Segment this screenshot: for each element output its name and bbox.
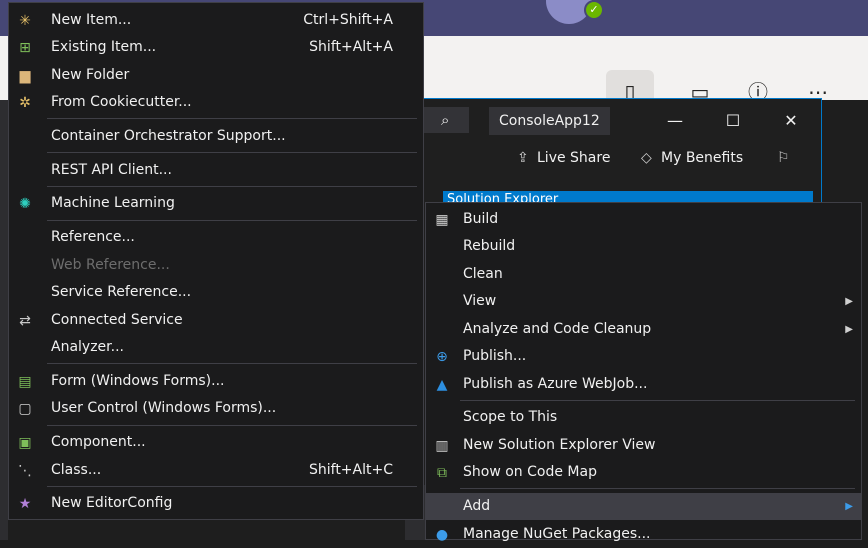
menu-item-build[interactable]: ▦ Build [426, 206, 861, 233]
menu-item-rebuild[interactable]: Rebuild [426, 233, 861, 260]
submenu-arrow-icon: ▶ [845, 501, 853, 512]
feedback-button[interactable]: ⚐ [777, 147, 797, 169]
search-icon[interactable]: ⌕ [441, 112, 457, 128]
existing-item-icon: ⊞ [19, 40, 31, 56]
feedback-icon: ⚐ [777, 150, 790, 166]
menu-item-container-orchestrator[interactable]: Container Orchestrator Support... [9, 123, 423, 150]
menu-item-from-cookiecutter[interactable]: ✲ From Cookiecutter... [9, 89, 423, 116]
solution-explorer-view-icon: ▥ [435, 438, 449, 454]
background-editor-strip [0, 100, 8, 540]
menu-separator [47, 220, 417, 221]
azure-icon: ▲ [436, 377, 448, 393]
menu-separator [47, 363, 417, 364]
status-available-icon: ✓ [584, 0, 604, 20]
class-icon: ⋱ [18, 463, 32, 479]
user-control-icon: ▢ [18, 401, 32, 417]
menu-item-web-reference: Web Reference... [51, 257, 170, 273]
menu-item-scope[interactable]: Scope to This [426, 404, 861, 431]
component-icon: ▣ [18, 435, 32, 451]
menu-item-publish-azure[interactable]: ▲ Publish as Azure WebJob... [426, 371, 861, 398]
menu-item-connected-service[interactable]: ⇄ Connected Service [9, 307, 423, 334]
menu-item-class[interactable]: ⋱ Class... Shift+Alt+C [9, 457, 423, 484]
menu-item-new-folder[interactable]: ▆ New Folder [9, 62, 423, 89]
menu-separator [47, 186, 417, 187]
add-submenu: ✳ New Item... Ctrl+Shift+A ⊞ Existing It… [8, 2, 424, 520]
connected-service-icon: ⇄ [19, 313, 31, 329]
diamond-icon: ◇ [641, 150, 652, 166]
menu-item-user-control[interactable]: ▢ User Control (Windows Forms)... [9, 395, 423, 422]
search-box[interactable]: ⌕ [421, 107, 469, 133]
visual-studio-window: ⌕ ConsoleApp12 — ☐ ✕ ⇪ Live Share ◇ My Ben… [420, 98, 822, 203]
menu-separator [47, 152, 417, 153]
editorconfig-icon: ★ [18, 496, 32, 512]
minimize-button[interactable]: — [661, 109, 689, 133]
project-context-menu: ▦ Build Rebuild Clean View ▶ Analyze and… [425, 202, 862, 543]
menu-item-new-editorconfig[interactable]: ★ New EditorConfig [9, 490, 423, 517]
new-folder-icon: ▆ [19, 68, 31, 84]
new-item-icon: ✳ [19, 13, 31, 29]
menu-separator [47, 486, 417, 487]
menu-separator [460, 488, 855, 489]
maximize-button[interactable]: ☐ [719, 109, 747, 133]
code-map-icon: ⧉ [437, 465, 447, 481]
menu-item-code-map[interactable]: ⧉ Show on Code Map [426, 459, 861, 486]
form-icon: ▤ [18, 374, 32, 390]
menu-item-new-item[interactable]: ✳ New Item... Ctrl+Shift+A [9, 7, 423, 34]
menu-item-machine-learning[interactable]: ✺ Machine Learning [9, 190, 423, 217]
project-name-badge: ConsoleApp12 [489, 107, 610, 135]
menu-item-publish[interactable]: ⊕ Publish... [426, 343, 861, 370]
menu-item-form[interactable]: ▤ Form (Windows Forms)... [9, 368, 423, 395]
menu-item-reference[interactable]: Reference... [9, 224, 423, 251]
machine-learning-icon: ✺ [19, 196, 31, 212]
menu-item-component[interactable]: ▣ Component... [9, 429, 423, 456]
menu-separator [460, 400, 855, 401]
menu-item-clean[interactable]: Clean [426, 261, 861, 288]
menu-item-view[interactable]: View ▶ [426, 288, 861, 315]
cookiecutter-icon: ✲ [19, 95, 31, 111]
live-share-button[interactable]: ⇪ Live Share [517, 147, 610, 169]
menu-item-existing-item[interactable]: ⊞ Existing Item... Shift+Alt+A [9, 34, 423, 61]
globe-icon: ⊕ [436, 349, 448, 365]
menu-item-analyze[interactable]: Analyze and Code Cleanup ▶ [426, 316, 861, 343]
submenu-arrow-icon: ▶ [845, 296, 853, 307]
menu-separator [47, 425, 417, 426]
menu-item-service-reference[interactable]: Service Reference... [9, 279, 423, 306]
menu-item-rest-api-client[interactable]: REST API Client... [9, 157, 423, 184]
my-benefits-button[interactable]: ◇ My Benefits [641, 147, 743, 169]
close-button[interactable]: ✕ [777, 109, 805, 133]
build-icon: ▦ [435, 212, 449, 228]
menu-item-analyzer[interactable]: Analyzer... [9, 334, 423, 361]
menu-item-add[interactable]: Add ▶ [426, 493, 861, 520]
menu-item-new-se-view[interactable]: ▥ New Solution Explorer View [426, 432, 861, 459]
submenu-arrow-icon: ▶ [845, 324, 853, 335]
nuget-icon: ● [435, 527, 449, 543]
menu-separator [47, 118, 417, 119]
share-icon: ⇪ [517, 150, 529, 166]
menu-item-nuget[interactable]: ● Manage NuGet Packages... [426, 521, 861, 548]
